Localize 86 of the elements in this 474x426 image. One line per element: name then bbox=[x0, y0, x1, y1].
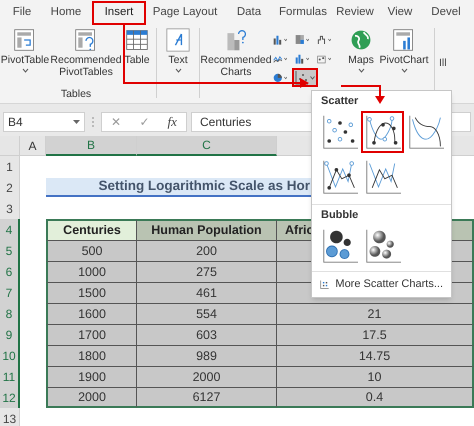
treemap-icon bbox=[295, 32, 305, 47]
section-heading: Scatter bbox=[321, 94, 358, 108]
dropdown-caret-icon bbox=[284, 38, 287, 42]
scatter-chart-icon bbox=[295, 70, 309, 85]
table-cell: 1600 bbox=[46, 303, 137, 324]
row-header[interactable]: 5 bbox=[0, 240, 20, 261]
scatter-smooth-markers-icon bbox=[364, 114, 400, 150]
column-header[interactable]: C bbox=[137, 136, 277, 156]
scatter-straight-lines-icon bbox=[364, 159, 400, 195]
ribbon-tab[interactable]: Formulas bbox=[274, 1, 332, 25]
more-charts-link[interactable]: More Scatter Charts... bbox=[312, 271, 451, 297]
bubble-chart-icon bbox=[322, 228, 358, 264]
dropdown-caret-icon bbox=[310, 76, 315, 80]
drag-handle-icon bbox=[91, 116, 95, 128]
ribbon-tab[interactable]: Page Layout bbox=[146, 1, 224, 25]
table-cell: 17.5 bbox=[277, 324, 474, 345]
table-cell: 21 bbox=[277, 303, 474, 324]
row-header[interactable]: 2 bbox=[0, 177, 20, 198]
row-header[interactable]: 4 bbox=[0, 219, 20, 240]
scatter-markers-icon bbox=[322, 114, 358, 150]
dropdown-caret-icon bbox=[358, 68, 364, 73]
group-label: Tables bbox=[60, 87, 92, 102]
table-cell: 1500 bbox=[46, 282, 137, 303]
ribbon-tab[interactable]: Home bbox=[40, 1, 92, 25]
table-cell: 1000 bbox=[46, 261, 137, 282]
column-header[interactable]: B bbox=[46, 136, 137, 156]
dropdown-caret-icon bbox=[306, 56, 309, 60]
ribbon-tab[interactable]: File bbox=[4, 1, 40, 25]
ribbon-tab[interactable]: Insert bbox=[92, 1, 146, 25]
sheet-title: Setting Logarithmic Scale as Hor bbox=[46, 178, 311, 197]
header-cell: Centuries bbox=[46, 219, 137, 240]
chart-option[interactable] bbox=[361, 111, 404, 153]
dropdown-caret-icon bbox=[400, 68, 408, 73]
ribbon-label: Ill bbox=[439, 56, 447, 71]
table-cell: 14.75 bbox=[277, 345, 474, 366]
ribbon-tab[interactable]: Review bbox=[332, 1, 378, 25]
ribbon-button[interactable]: Text bbox=[161, 28, 195, 103]
row-header[interactable]: 6 bbox=[0, 261, 20, 282]
row-header[interactable]: 3 bbox=[0, 198, 20, 219]
table-cell: 2000 bbox=[137, 366, 277, 387]
row-header[interactable]: 13 bbox=[0, 408, 20, 426]
row-header[interactable]: 12 bbox=[0, 387, 20, 408]
table-cell: 275 bbox=[137, 261, 277, 282]
table-cell: 461 bbox=[137, 282, 277, 303]
table-cell: 989 bbox=[137, 345, 277, 366]
dropdown-caret-icon bbox=[73, 120, 80, 124]
row-header[interactable]: 7 bbox=[0, 282, 20, 303]
ribbon-tab[interactable]: View bbox=[378, 1, 422, 25]
table-cell: 603 bbox=[137, 324, 277, 345]
table-cell: 1900 bbox=[46, 366, 137, 387]
table-cell: 500 bbox=[46, 240, 137, 261]
ribbon-button[interactable]: Recommended PivotTables bbox=[50, 28, 122, 80]
row-header[interactable]: 11 bbox=[0, 366, 20, 387]
scatter-straight-markers-icon bbox=[322, 159, 358, 195]
dropdown-caret-icon bbox=[22, 68, 28, 73]
table-cell: 200 bbox=[137, 240, 277, 261]
column-header[interactable]: A bbox=[20, 136, 46, 156]
cell-reference: B4 bbox=[8, 114, 23, 131]
row-header[interactable]: 1 bbox=[0, 156, 20, 177]
header-cell: Human Population bbox=[137, 219, 277, 240]
dropdown-caret-icon bbox=[306, 38, 309, 42]
row-header[interactable]: 8 bbox=[0, 303, 20, 324]
dropdown-caret-icon bbox=[284, 56, 287, 60]
name-box[interactable]: B4 bbox=[3, 112, 85, 132]
ribbon-button[interactable]: PivotTable bbox=[0, 28, 50, 80]
table-cell: 2000 bbox=[46, 387, 137, 408]
row-header[interactable]: 9 bbox=[0, 324, 20, 345]
table-cell: 1800 bbox=[46, 345, 137, 366]
scatter-chart-icon bbox=[320, 278, 330, 291]
table-cell: 0.4 bbox=[277, 387, 474, 408]
dropdown-caret-icon bbox=[284, 76, 287, 80]
table-cell: 10 bbox=[277, 366, 474, 387]
row-header[interactable]: 10 bbox=[0, 345, 20, 366]
bubble-3d-chart-icon bbox=[364, 228, 400, 264]
table-cell: 1700 bbox=[46, 324, 137, 345]
ribbon-button[interactable]: Table bbox=[122, 28, 152, 80]
insert-function-button[interactable]: fx bbox=[168, 112, 177, 132]
ribbon-tab[interactable]: Data bbox=[224, 1, 274, 25]
dropdown-caret-icon bbox=[174, 68, 182, 73]
table-cell: 554 bbox=[137, 303, 277, 324]
table-cell: 6127 bbox=[137, 387, 277, 408]
ribbon-tab[interactable]: Devel bbox=[422, 1, 470, 25]
section-heading: Bubble bbox=[321, 208, 358, 222]
dropdown-caret-icon bbox=[328, 38, 331, 42]
dropdown-caret-icon bbox=[328, 56, 331, 60]
scatter-smooth-lines-icon bbox=[408, 114, 444, 150]
